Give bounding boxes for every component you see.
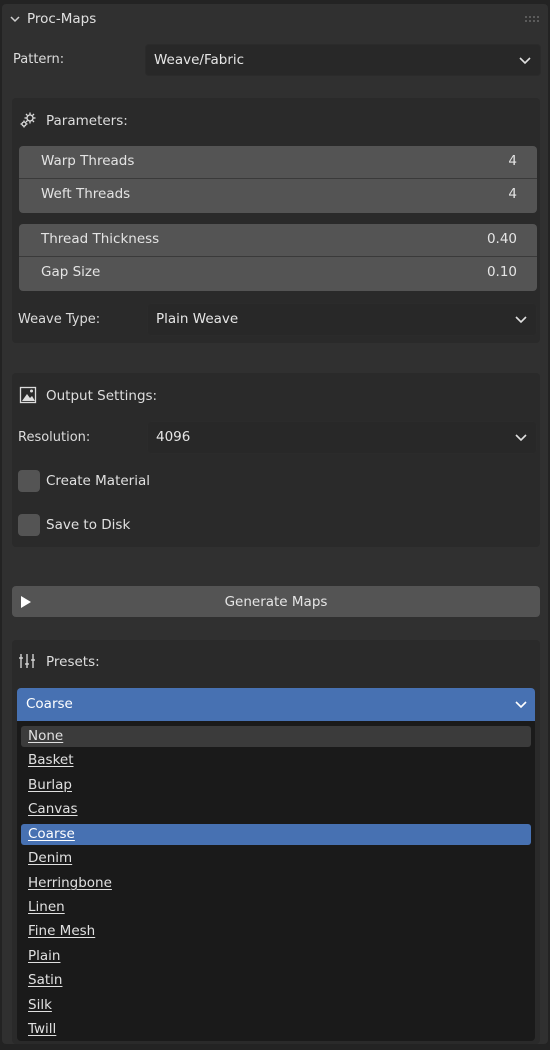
chevron-down-icon bbox=[515, 316, 527, 324]
panel-title: Proc-Maps bbox=[27, 11, 97, 27]
presets-title: Presets: bbox=[46, 654, 100, 670]
image-icon bbox=[19, 386, 37, 404]
panel-header[interactable]: Proc-Maps bbox=[2, 4, 548, 34]
save-to-disk-checkbox[interactable] bbox=[18, 514, 40, 536]
thread-count-group: Warp Threads 4 Weft Threads 4 bbox=[19, 146, 537, 213]
pattern-label: Pattern: bbox=[13, 52, 65, 67]
chevron-down-icon bbox=[515, 434, 527, 442]
weft-threads-value: 4 bbox=[508, 186, 517, 202]
drag-grip-icon[interactable] bbox=[524, 15, 540, 23]
menu-item-twill[interactable]: Twill bbox=[21, 1019, 531, 1040]
thread-size-group: Thread Thickness 0.40 Gap Size 0.10 bbox=[19, 224, 537, 291]
warp-threads-value: 4 bbox=[508, 153, 517, 169]
create-material-checkbox[interactable] bbox=[18, 470, 40, 492]
resolution-label: Resolution: bbox=[18, 430, 91, 445]
menu-item-basket[interactable]: Basket bbox=[21, 750, 531, 771]
weave-type-label: Weave Type: bbox=[18, 312, 101, 327]
generate-maps-label: Generate Maps bbox=[224, 594, 328, 610]
resolution-dropdown[interactable]: 4096 bbox=[147, 421, 537, 454]
presets-selected-value: Coarse bbox=[26, 696, 73, 712]
menu-item-burlap[interactable]: Burlap bbox=[21, 775, 531, 796]
output-settings-title: Output Settings: bbox=[46, 388, 158, 404]
sliders-icon bbox=[19, 654, 35, 668]
pattern-value: Weave/Fabric bbox=[154, 52, 245, 68]
gap-size-value: 0.10 bbox=[486, 264, 517, 280]
menu-item-canvas[interactable]: Canvas bbox=[21, 799, 531, 820]
chevron-down-icon[interactable] bbox=[10, 14, 20, 24]
create-material-label[interactable]: Create Material bbox=[46, 473, 150, 489]
weft-threads-field[interactable]: Weft Threads 4 bbox=[19, 179, 537, 211]
gears-icon bbox=[20, 112, 36, 128]
presets-menu: None Basket Burlap Canvas Coarse Denim H… bbox=[17, 721, 535, 1041]
menu-item-herringbone[interactable]: Herringbone bbox=[21, 873, 531, 894]
gap-size-field[interactable]: Gap Size 0.10 bbox=[19, 257, 537, 289]
generate-maps-button[interactable]: Generate Maps bbox=[12, 586, 540, 617]
chevron-down-icon bbox=[515, 701, 527, 709]
resolution-value: 4096 bbox=[156, 429, 191, 445]
save-to-disk-label[interactable]: Save to Disk bbox=[46, 517, 130, 533]
warp-threads-field[interactable]: Warp Threads 4 bbox=[19, 146, 537, 179]
menu-item-plain[interactable]: Plain bbox=[21, 946, 531, 967]
chevron-down-icon bbox=[519, 57, 531, 65]
menu-item-linen[interactable]: Linen bbox=[21, 897, 531, 918]
thread-thickness-value: 0.40 bbox=[486, 231, 517, 247]
weave-type-value: Plain Weave bbox=[156, 311, 239, 327]
gap-size-label: Gap Size bbox=[41, 264, 101, 280]
thread-thickness-field[interactable]: Thread Thickness 0.40 bbox=[19, 224, 537, 257]
menu-item-silk[interactable]: Silk bbox=[21, 995, 531, 1016]
weft-threads-label: Weft Threads bbox=[41, 186, 131, 202]
menu-item-coarse[interactable]: Coarse bbox=[21, 824, 531, 845]
menu-item-denim[interactable]: Denim bbox=[21, 848, 531, 869]
pattern-dropdown[interactable]: Weave/Fabric bbox=[145, 44, 541, 76]
weave-type-dropdown[interactable]: Plain Weave bbox=[147, 303, 537, 336]
proc-maps-panel: Proc-Maps Pattern: Weave/Fabric Paramete… bbox=[2, 4, 548, 1044]
thread-thickness-label: Thread Thickness bbox=[41, 231, 160, 247]
presets-dropdown[interactable]: Coarse bbox=[17, 688, 535, 721]
menu-item-satin[interactable]: Satin bbox=[21, 970, 531, 991]
parameters-title: Parameters: bbox=[46, 113, 128, 129]
menu-item-fine-mesh[interactable]: Fine Mesh bbox=[21, 921, 531, 942]
menu-item-none[interactable]: None bbox=[21, 726, 531, 747]
warp-threads-label: Warp Threads bbox=[41, 153, 135, 169]
